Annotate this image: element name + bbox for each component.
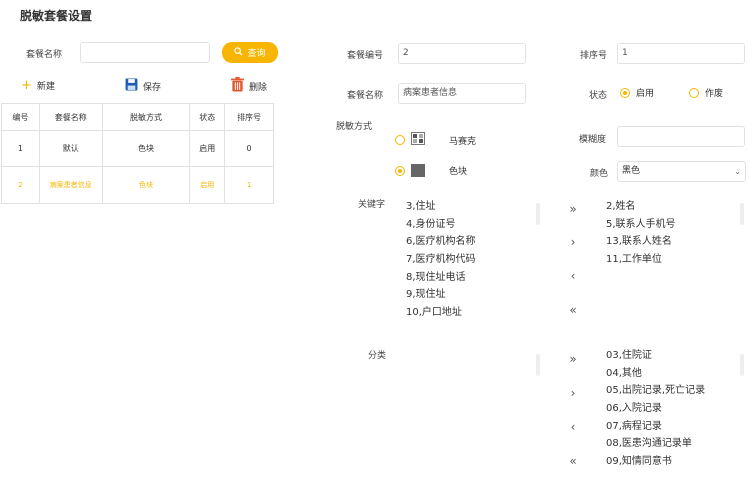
table-cell: 0: [224, 130, 274, 167]
keyword-move-all-right-button[interactable]: »: [561, 199, 585, 219]
chevron-down-icon: ⌄: [734, 167, 741, 176]
keyword-move-all-left-button[interactable]: «: [561, 300, 585, 320]
list-item[interactable]: 6,医疗机构名称: [406, 233, 476, 251]
radio-unchecked-icon: [395, 135, 405, 145]
new-button[interactable]: + 新建: [21, 77, 55, 93]
method-mosaic-radio[interactable]: 马赛克: [395, 132, 476, 148]
list-item[interactable]: 06,入院记录: [606, 400, 705, 418]
table-cell: 默认: [38, 130, 103, 167]
category-available-scrollbar[interactable]: [536, 354, 540, 376]
name-input[interactable]: 病案患者信息: [398, 83, 526, 104]
table-header-row: 编号 套餐名称 脱敏方式 状态 排序号: [1, 103, 274, 131]
keyword-label: 关键字: [358, 200, 386, 210]
delete-button[interactable]: 删除: [231, 77, 267, 95]
list-item[interactable]: 04,其他: [606, 365, 705, 383]
list-item[interactable]: 8,现住址电话: [406, 269, 476, 287]
list-item[interactable]: 09,知情同意书: [606, 453, 705, 471]
column-header-name[interactable]: 套餐名称: [38, 103, 103, 131]
status-disabled-radio[interactable]: 作废: [689, 86, 723, 99]
status-enabled-label: 启用: [636, 89, 655, 99]
category-selected-list: 03,住院证 04,其他 05,出院记录,死亡记录 06,入院记录 07,病程记…: [606, 347, 705, 471]
table-cell: 色块: [101, 166, 191, 204]
mosaic-icon: [411, 132, 425, 148]
table-cell: 启用: [189, 166, 226, 204]
category-label: 分类: [368, 351, 387, 361]
method-mosaic-label: 马赛克: [449, 136, 477, 147]
floppy-disk-icon: [125, 78, 138, 94]
category-move-right-button[interactable]: ›: [561, 383, 585, 403]
list-item[interactable]: 05,出院记录,死亡记录: [606, 382, 705, 400]
keyword-selected-list: 2,姓名 5,联系人手机号 13,联系人姓名 11,工作单位: [606, 198, 676, 269]
blur-input[interactable]: [617, 126, 745, 147]
page-title: 脱敏套餐设置: [20, 9, 93, 23]
keyword-move-left-button[interactable]: ‹: [561, 266, 585, 286]
code-label: 套餐编号: [347, 51, 384, 61]
search-input[interactable]: [80, 42, 210, 63]
save-button[interactable]: 保存: [125, 78, 161, 94]
new-button-label: 新建: [36, 82, 55, 92]
list-item[interactable]: 2,姓名: [606, 198, 676, 216]
plus-icon: +: [21, 77, 32, 93]
table-cell: 病案患者信息: [38, 166, 103, 204]
list-item[interactable]: 3,住址: [406, 198, 476, 216]
radio-unchecked-icon: [689, 87, 699, 98]
search-label: 套餐名称: [26, 50, 63, 60]
method-block-radio[interactable]: 色块: [395, 164, 467, 177]
category-move-left-button[interactable]: ‹: [561, 417, 585, 437]
trash-icon: [231, 77, 244, 95]
column-header-method[interactable]: 脱敏方式: [101, 103, 191, 131]
delete-button-label: 删除: [249, 82, 268, 93]
keyword-available-scrollbar[interactable]: [536, 203, 540, 225]
save-button-label: 保存: [143, 82, 162, 93]
category-move-all-right-button[interactable]: »: [561, 349, 585, 369]
category-move-all-left-button[interactable]: «: [561, 451, 585, 471]
method-block-label: 色块: [449, 167, 468, 177]
list-item[interactable]: 08,医患沟通记录单: [606, 435, 705, 453]
color-label: 颜色: [590, 169, 609, 179]
list-item[interactable]: 07,病程记录: [606, 418, 705, 436]
list-item[interactable]: 7,医疗机构代码: [406, 251, 476, 269]
radio-checked-icon: [620, 87, 630, 98]
table-cell: 2: [1, 166, 40, 204]
keyword-selected-scrollbar[interactable]: [740, 203, 744, 225]
code-input[interactable]: 2: [398, 43, 526, 64]
category-selected-scrollbar[interactable]: [740, 354, 744, 376]
table-cell: 1: [224, 166, 274, 204]
list-item[interactable]: 9,现住址: [406, 286, 476, 304]
status-disabled-label: 作废: [705, 89, 724, 99]
column-header-sort[interactable]: 排序号: [224, 103, 274, 131]
table-row[interactable]: 1 默认 色块 启用 0: [1, 130, 274, 167]
list-item[interactable]: 5,联系人手机号: [606, 216, 676, 234]
sort-label: 排序号: [580, 51, 608, 61]
list-item[interactable]: 10,户口地址: [406, 304, 476, 322]
list-item[interactable]: 13,联系人姓名: [606, 233, 676, 251]
keyword-move-right-button[interactable]: ›: [561, 232, 585, 252]
list-item[interactable]: 03,住院证: [606, 347, 705, 365]
color-select-value: 黑色: [622, 166, 641, 176]
table-cell: 启用: [189, 130, 226, 167]
status-enabled-radio[interactable]: 启用: [620, 86, 654, 99]
search-button-label: 查询: [247, 49, 266, 59]
status-label: 状态: [589, 91, 608, 101]
package-table: 编号 套餐名称 脱敏方式 状态 排序号 1 默认 色块 启用 0 2 病案患者信…: [1, 103, 274, 204]
sort-input[interactable]: 1: [617, 43, 745, 64]
table-row-selected[interactable]: 2 病案患者信息 色块 启用 1: [1, 166, 274, 204]
keyword-available-list: 3,住址 4,身份证号 6,医疗机构名称 7,医疗机构代码 8,现住址电话 9,…: [406, 198, 476, 322]
list-item[interactable]: 11,工作单位: [606, 251, 676, 269]
method-label: 脱敏方式: [336, 122, 373, 132]
radio-checked-icon: [395, 165, 405, 176]
color-block-icon: [411, 164, 425, 177]
list-item[interactable]: 4,身份证号: [406, 216, 476, 234]
column-header-status[interactable]: 状态: [189, 103, 226, 131]
column-header-code[interactable]: 编号: [1, 103, 40, 131]
table-cell: 色块: [101, 130, 191, 167]
search-button[interactable]: 查询: [222, 42, 278, 63]
blur-label: 模糊度: [579, 135, 607, 145]
color-select[interactable]: 黑色 ⌄: [617, 161, 746, 182]
search-icon: [234, 46, 244, 59]
table-cell: 1: [1, 130, 40, 167]
name-label: 套餐名称: [347, 91, 384, 101]
